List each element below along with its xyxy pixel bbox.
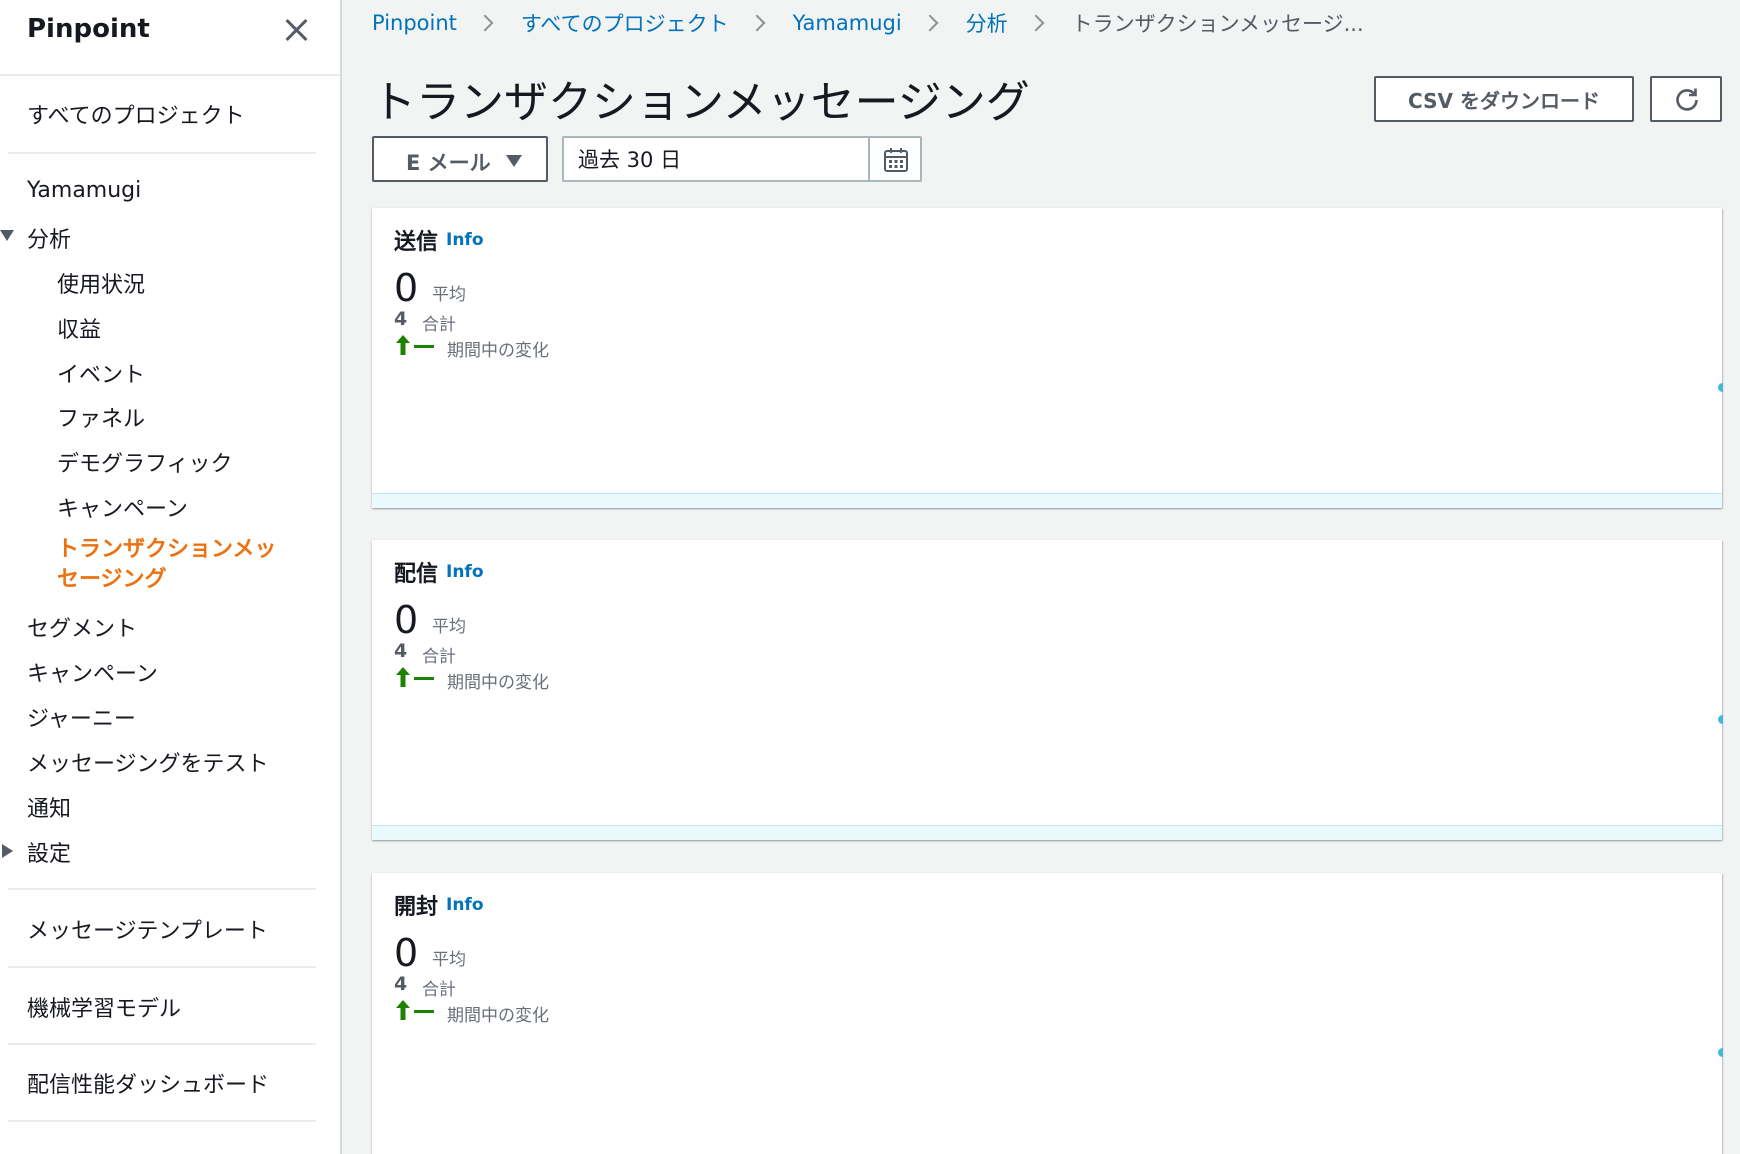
- page-title: トランザクションメッセージング: [372, 77, 1030, 128]
- sidebar-item-campaigns[interactable]: キャンペーン: [27, 656, 158, 688]
- channel-select[interactable]: E メール: [372, 136, 548, 182]
- breadcrumb-link-pinpoint[interactable]: Pinpoint: [372, 11, 457, 35]
- channel-select-value: E メール: [406, 151, 491, 175]
- sidebar-item-usage[interactable]: 使用状況: [57, 267, 145, 299]
- refresh-icon: [1676, 88, 1698, 111]
- sidebar-item-segments[interactable]: セグメント: [27, 611, 137, 643]
- metric-total-label: 合計: [422, 980, 456, 1000]
- chart-data-point: [1718, 715, 1723, 724]
- sidebar-item-funnels[interactable]: ファネル: [57, 401, 145, 433]
- sidebar-divider: [8, 1120, 316, 1122]
- sidebar-item-settings[interactable]: 設定: [27, 836, 71, 868]
- close-icon[interactable]: [282, 16, 310, 44]
- card-title: 開封: [394, 895, 439, 920]
- date-range-input[interactable]: [564, 138, 868, 180]
- breadcrumb-link-all-projects[interactable]: すべてのプロジェクト: [521, 8, 729, 38]
- chevron-right-icon: [1027, 14, 1045, 32]
- sidebar-item-ml-models[interactable]: 機械学習モデル: [27, 991, 181, 1023]
- sidebar-item-notifications[interactable]: 通知: [27, 791, 71, 823]
- info-link[interactable]: Info: [446, 895, 484, 915]
- metric-total-value: 4: [394, 640, 408, 662]
- sidebar-item-analytics-campaigns[interactable]: キャンペーン: [57, 491, 188, 523]
- sidebar-item-demographics[interactable]: デモグラフィック: [57, 446, 233, 478]
- metric-total-label: 合計: [422, 315, 456, 335]
- sidebar-item-journeys[interactable]: ジャーニー: [27, 701, 136, 733]
- metric-value: 0: [394, 598, 419, 642]
- chevron-right-icon: [921, 14, 939, 32]
- sidebar-header: Pinpoint: [0, 0, 340, 76]
- change-over-period-label: 期間中の変化: [447, 673, 549, 693]
- breadcrumb-link-analytics[interactable]: 分析: [966, 8, 1008, 38]
- sidebar-item-transactional-messaging[interactable]: トランザクションメッセージング: [57, 535, 297, 595]
- sidebar-divider: [8, 888, 316, 890]
- chart-data-point: [1718, 1048, 1723, 1057]
- sidebar-item-analytics[interactable]: 分析: [27, 222, 71, 254]
- download-csv-button[interactable]: CSV をダウンロード: [1374, 76, 1634, 122]
- sidebar-divider: [8, 966, 316, 968]
- caret-down-icon[interactable]: [0, 230, 14, 241]
- caret-down-icon: [506, 155, 522, 167]
- metric-card-delivered: 配信 Info 0 平均 4 合計 期間中の変化: [372, 540, 1723, 840]
- chevron-right-icon: [748, 14, 766, 32]
- sidebar-divider: [8, 1043, 316, 1045]
- change-over-period-label: 期間中の変化: [447, 1006, 549, 1026]
- chevron-right-icon: [476, 14, 494, 32]
- breadcrumb-current: トランザクションメッセージ...: [1071, 12, 1364, 36]
- metric-card-sent: 送信 Info 0 平均 4 合計 期間中の変化: [372, 208, 1723, 508]
- sidebar-title[interactable]: Pinpoint: [27, 14, 150, 44]
- metric-card-opened: 開封 Info 0 平均 4 合計 期間中の変化: [372, 873, 1723, 1154]
- trend-up-icon: [396, 1000, 434, 1020]
- metric-average-label: 平均: [432, 285, 466, 305]
- calendar-icon: [884, 148, 908, 172]
- card-title: 送信: [394, 230, 439, 255]
- breadcrumb-link-project[interactable]: Yamamugi: [793, 11, 902, 35]
- caret-right-icon[interactable]: [2, 844, 13, 858]
- date-range-picker: [562, 136, 922, 182]
- metric-total-value: 4: [394, 973, 408, 995]
- change-over-period-label: 期間中の変化: [447, 341, 549, 361]
- chart-area: [372, 825, 1722, 840]
- metric-value: 0: [394, 266, 419, 310]
- info-link[interactable]: Info: [446, 230, 484, 250]
- metric-average-label: 平均: [432, 617, 466, 637]
- sidebar-item-message-templates[interactable]: メッセージテンプレート: [27, 913, 268, 945]
- info-link[interactable]: Info: [446, 562, 484, 582]
- sidebar-divider: [8, 152, 316, 154]
- sidebar-item-events[interactable]: イベント: [57, 357, 145, 389]
- chart-area: [372, 493, 1722, 508]
- chart-data-point: [1718, 383, 1723, 392]
- breadcrumb: Pinpoint すべてのプロジェクト Yamamugi 分析 トランザクション…: [372, 8, 1364, 38]
- refresh-button[interactable]: [1650, 76, 1722, 122]
- trend-up-icon: [396, 335, 434, 355]
- metric-value: 0: [394, 931, 419, 975]
- side-navigation: Pinpoint すべてのプロジェクト Yamamugi 分析 使用状況 収益 …: [0, 0, 342, 1154]
- metric-average-label: 平均: [432, 950, 466, 970]
- calendar-button[interactable]: [868, 138, 920, 180]
- sidebar-item-revenue[interactable]: 収益: [57, 312, 101, 344]
- sidebar-item-all-projects[interactable]: すべてのプロジェクト: [27, 98, 245, 130]
- card-title: 配信: [394, 562, 439, 587]
- sidebar-item-deliverability-dashboard[interactable]: 配信性能ダッシュボード: [27, 1067, 269, 1099]
- metric-total-label: 合計: [422, 647, 456, 667]
- trend-up-icon: [396, 667, 434, 687]
- metric-total-value: 4: [394, 308, 408, 330]
- sidebar-project-name: Yamamugi: [27, 178, 142, 203]
- sidebar-item-test-messaging[interactable]: メッセージングをテスト: [27, 746, 269, 778]
